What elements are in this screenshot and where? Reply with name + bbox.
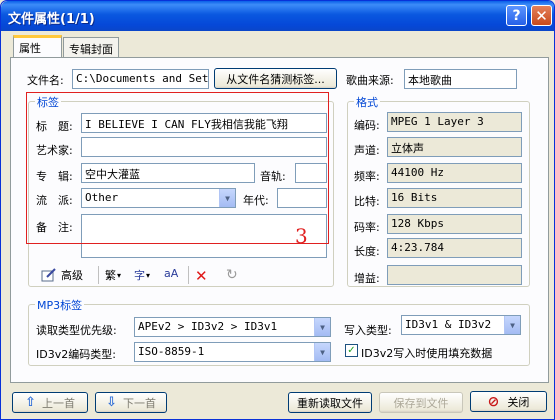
id3v2-encoding-select[interactable]: ISO-8859-1 ▼ bbox=[134, 342, 331, 362]
format-group-title: 格式 bbox=[354, 94, 380, 110]
chevron-down-icon: ▾ bbox=[146, 270, 151, 280]
reread-file-button[interactable]: 重新读取文件 bbox=[288, 392, 372, 413]
channel-field: 立体声 bbox=[387, 137, 522, 157]
annotation-number: 3 bbox=[295, 224, 308, 248]
toolbar-divider bbox=[98, 266, 99, 284]
delete-icon: ✕ bbox=[195, 267, 208, 285]
file-properties-window: 文件属性(1/1) ? ✕ 属性 专辑封面 文件名: C:\Documents … bbox=[0, 0, 555, 420]
read-priority-select[interactable]: APEv2 > ID3v2 > ID3v1 ▼ bbox=[134, 317, 331, 337]
case-convert-button[interactable]: aA bbox=[164, 267, 178, 280]
bitrate-label: 码率: bbox=[354, 221, 380, 234]
read-priority-value: APEv2 > ID3v2 > ID3v1 bbox=[138, 320, 278, 333]
window-title: 文件属性(1/1) bbox=[8, 12, 95, 27]
frequency-field: 44100 Hz bbox=[387, 163, 522, 183]
length-label: 长度: bbox=[354, 245, 380, 258]
padding-label: ID3v2写入时使用填充数据 bbox=[361, 347, 493, 360]
previous-label: 上一首 bbox=[41, 396, 75, 410]
id3v2-encoding-label: ID3v2编码类型: bbox=[36, 348, 116, 361]
next-label: 下一首 bbox=[122, 396, 156, 410]
chevron-down-icon: ▾ bbox=[117, 270, 122, 280]
undo-button[interactable]: ↻ bbox=[226, 267, 238, 283]
close-window-button[interactable]: ✕ bbox=[531, 5, 552, 26]
song-source-label: 歌曲来源: bbox=[346, 74, 394, 87]
save-to-file-button[interactable]: 保存到文件 bbox=[379, 392, 463, 413]
tab-properties[interactable]: 属性 bbox=[13, 35, 62, 58]
write-type-value: ID3v1 & ID3v2 bbox=[405, 318, 492, 331]
filename-field[interactable]: C:\Documents and Setti bbox=[72, 69, 209, 89]
help-button[interactable]: ? bbox=[506, 5, 527, 26]
traditional-label: 繁 bbox=[105, 269, 116, 282]
arrow-up-icon: ⇧ bbox=[25, 395, 36, 410]
delete-tag-button[interactable]: ✕ bbox=[195, 267, 208, 285]
previous-track-button[interactable]: ⇧ 上一首 bbox=[12, 392, 88, 413]
bits-field: 16 Bits bbox=[387, 188, 522, 208]
tab-album-cover[interactable]: 专辑封面 bbox=[63, 37, 119, 57]
spell-label: 字 bbox=[134, 269, 145, 282]
write-type-select[interactable]: ID3v1 & ID3v2 ▼ bbox=[401, 315, 521, 335]
gain-field bbox=[387, 265, 522, 285]
mp3-group-title: MP3标签 bbox=[35, 297, 85, 313]
write-type-label: 写入类型: bbox=[344, 324, 392, 337]
title-bar: 文件属性(1/1) ? ✕ bbox=[1, 1, 554, 31]
frequency-label: 频率: bbox=[354, 170, 380, 183]
codec-field: MPEG 1 Layer 3 bbox=[387, 112, 522, 132]
close-label: 关闭 bbox=[507, 395, 530, 409]
channel-label: 声道: bbox=[354, 144, 380, 157]
no-entry-icon: ⊘ bbox=[487, 393, 500, 410]
padding-checkbox[interactable]: ✓ bbox=[345, 344, 358, 357]
chevron-down-icon[interactable]: ▼ bbox=[504, 316, 520, 334]
filename-label: 文件名: bbox=[27, 74, 64, 87]
bitrate-field: 128 Kbps bbox=[387, 214, 522, 234]
codec-label: 编码: bbox=[354, 119, 380, 132]
traditional-convert-button[interactable]: 繁 ▾ bbox=[105, 267, 121, 283]
undo-icon: ↻ bbox=[226, 267, 238, 283]
advanced-button[interactable]: 高级 bbox=[41, 267, 83, 283]
guess-from-filename-button[interactable]: 从文件名猜测标签... bbox=[214, 68, 337, 89]
close-button[interactable]: ⊘ 关闭 bbox=[470, 391, 547, 412]
spell-check-button[interactable]: 字 ▾ bbox=[134, 267, 150, 283]
advanced-label: 高级 bbox=[61, 269, 83, 282]
read-priority-label: 读取类型优先级: bbox=[36, 324, 117, 337]
toolbar-divider bbox=[188, 266, 189, 284]
annotation-box bbox=[26, 92, 329, 244]
song-source-field[interactable]: 本地歌曲 bbox=[404, 69, 517, 89]
edit-icon bbox=[41, 268, 56, 282]
id3v2-encoding-value: ISO-8859-1 bbox=[138, 345, 205, 358]
length-field: 4:23.784 bbox=[387, 238, 522, 258]
chevron-down-icon[interactable]: ▼ bbox=[314, 343, 330, 361]
chevron-down-icon[interactable]: ▼ bbox=[314, 318, 330, 336]
bits-label: 比特: bbox=[354, 195, 380, 208]
next-track-button[interactable]: ⇩ 下一首 bbox=[95, 392, 167, 413]
gain-label: 增益: bbox=[354, 272, 380, 285]
arrow-down-icon: ⇩ bbox=[106, 395, 117, 410]
case-label: aA bbox=[164, 267, 179, 280]
